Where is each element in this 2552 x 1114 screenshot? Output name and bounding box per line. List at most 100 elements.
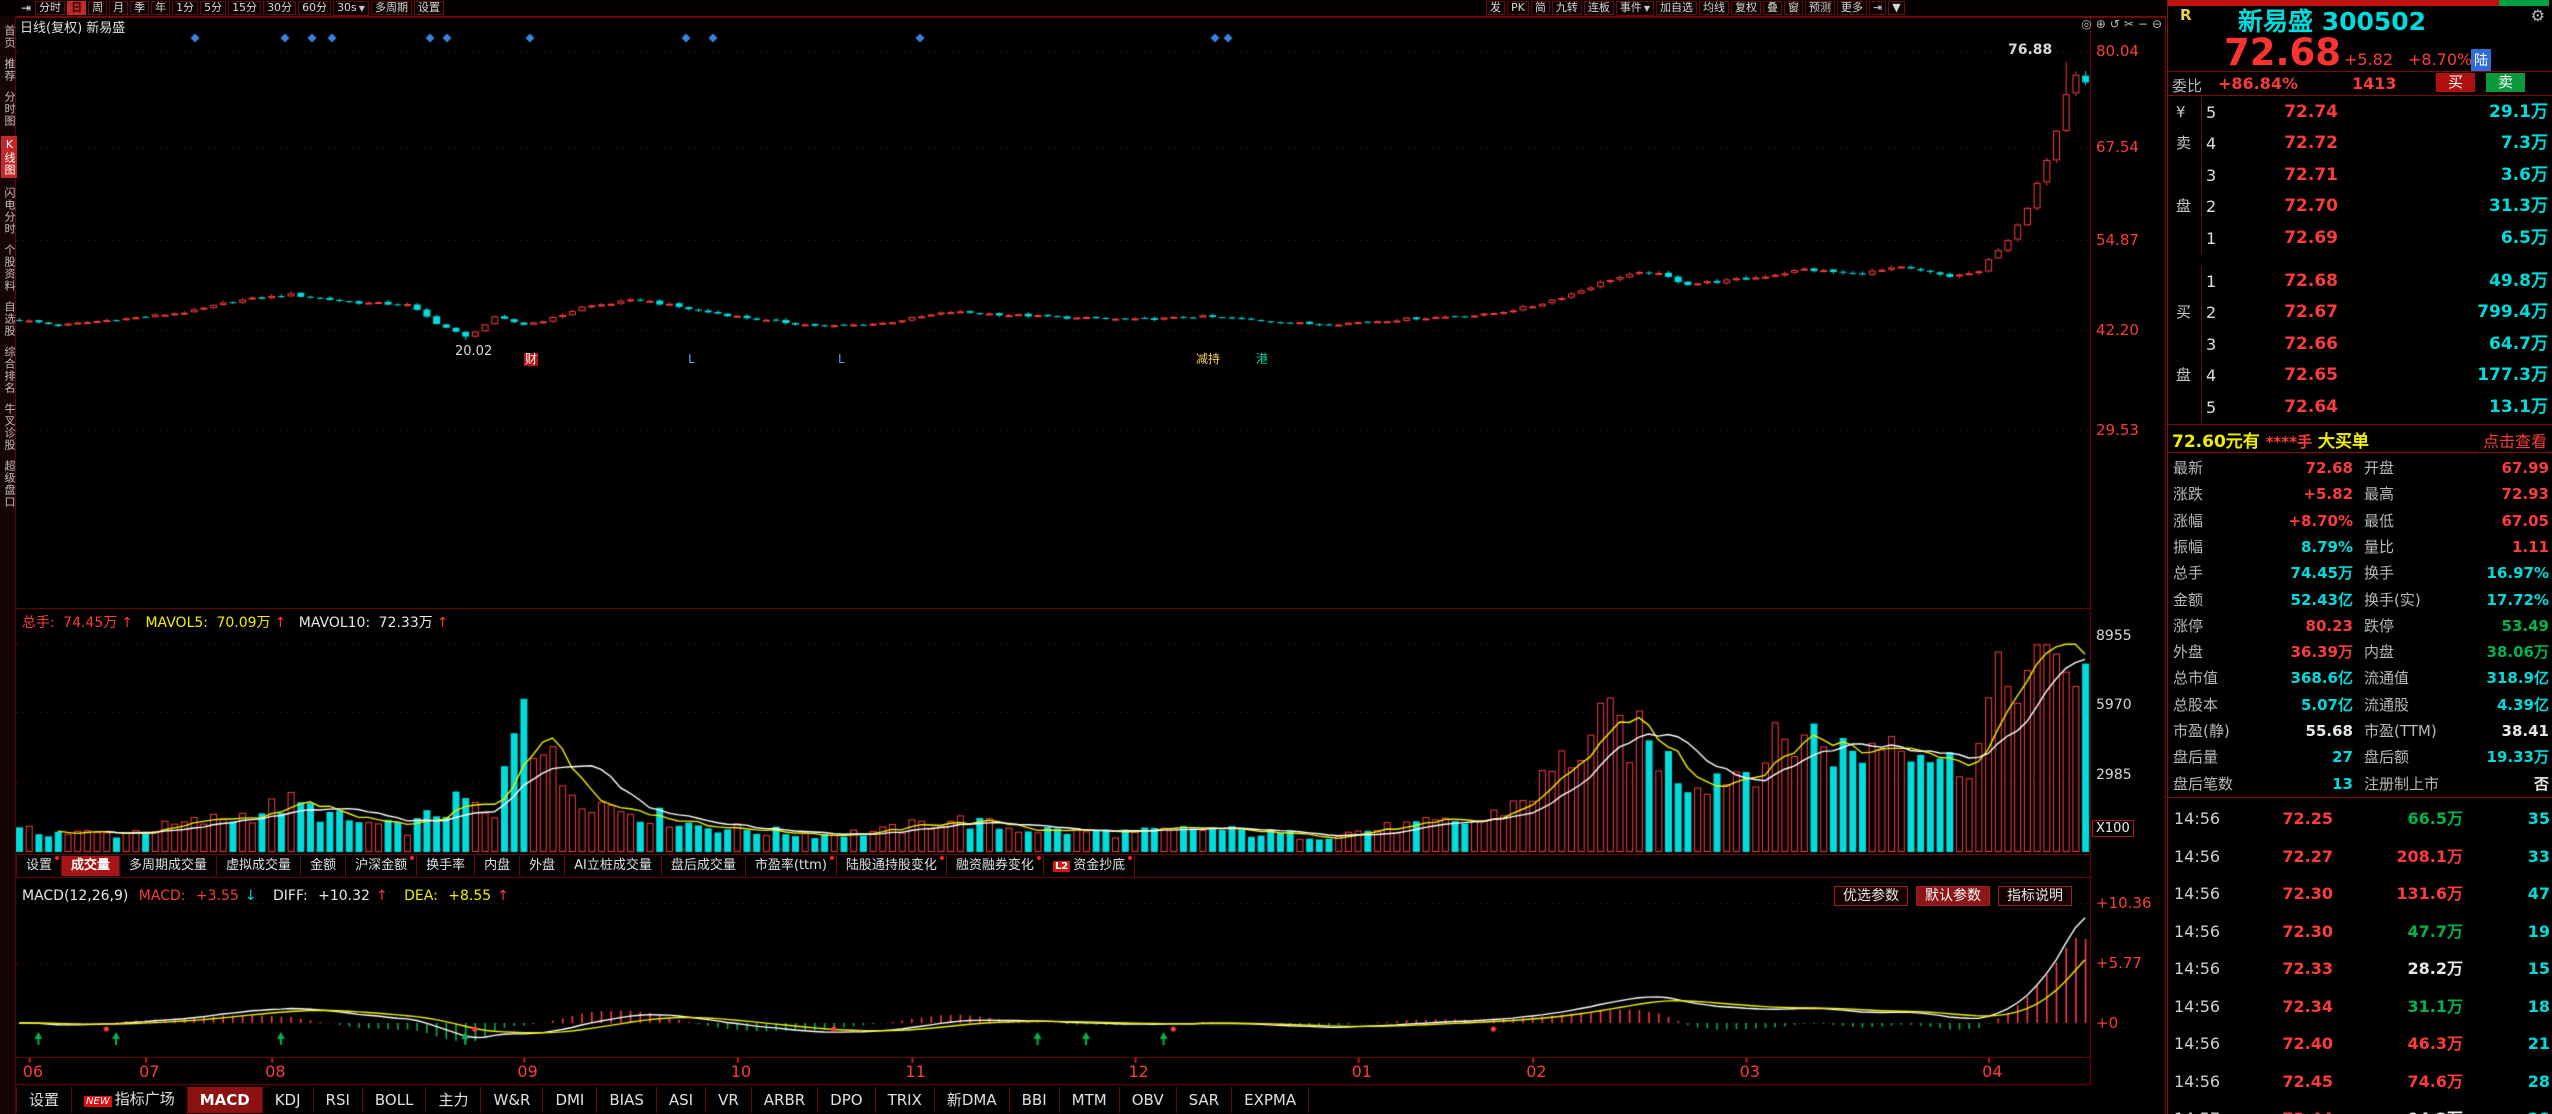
period-button-30分[interactable]: 30分 <box>263 1 296 15</box>
bottom-tab-KDJ[interactable]: KDJ <box>263 1087 314 1113</box>
indicator-tab-成交量[interactable]: 成交量 <box>62 856 120 876</box>
tool-button-▼[interactable]: ▼ <box>1888 1 1904 15</box>
event-marker-财[interactable]: 财 <box>524 353 538 366</box>
indicator-tab-换手率[interactable]: 换手率 <box>417 856 475 876</box>
sidebar-item-推荐[interactable]: 推荐 <box>1 58 17 82</box>
indicator-tab-市盈率(ttm)[interactable]: 市盈率(ttm) <box>746 856 837 876</box>
bottom-tab-BIAS[interactable]: BIAS <box>597 1087 657 1113</box>
view-icon[interactable]: ◎ <box>2081 17 2091 31</box>
tool-button-⇥[interactable]: ⇥ <box>1869 1 1886 15</box>
tool-button-PK[interactable]: PK <box>1507 1 1529 15</box>
indicator-tab-虚拟成交量[interactable]: 虚拟成交量 <box>217 856 301 876</box>
period-button-5分[interactable]: 5分 <box>200 1 226 15</box>
indicator-tab-盘后成交量[interactable]: 盘后成交量 <box>662 856 746 876</box>
tool-button-复权[interactable]: 复权 <box>1731 1 1761 15</box>
undo-icon[interactable]: ↺ <box>2110 17 2120 31</box>
tool-button-叠[interactable]: 叠 <box>1763 1 1782 15</box>
book-price[interactable]: 72.68 <box>2258 266 2338 297</box>
indicator-tab-外盘[interactable]: 外盘 <box>520 856 565 876</box>
indicator-tab-资金抄底[interactable]: L2资金抄底 <box>1044 856 1135 877</box>
tool-button-事件[interactable]: 事件▼ <box>1616 1 1654 16</box>
view-detail-link[interactable]: 点击查看 <box>2483 428 2547 452</box>
period-button-设置[interactable]: 设置 <box>414 1 444 15</box>
period-button-季[interactable]: 季 <box>130 1 149 15</box>
gear-icon[interactable]: ⚙ <box>2531 6 2545 25</box>
book-price[interactable]: 72.67 <box>2258 297 2338 328</box>
bottom-tab-BOLL[interactable]: BOLL <box>363 1087 427 1113</box>
bottom-tab-VR[interactable]: VR <box>706 1087 752 1113</box>
event-marker-L[interactable]: L <box>838 353 845 366</box>
param-button-默认参数[interactable]: 默认参数 <box>1916 886 1990 906</box>
sidebar-item-综合排名[interactable]: 综合排名 <box>1 346 17 394</box>
bottom-tab-MTM[interactable]: MTM <box>1060 1087 1120 1113</box>
bottom-tab-TRIX[interactable]: TRIX <box>876 1087 935 1113</box>
event-marker-港[interactable]: 港 <box>1256 353 1268 366</box>
tool-button-预测[interactable]: 预测 <box>1805 1 1835 15</box>
event-marker-减持[interactable]: 减持 <box>1196 353 1220 366</box>
bottom-tab-DPO[interactable]: DPO <box>818 1087 875 1113</box>
event-marker-L[interactable]: L <box>688 353 695 366</box>
kline-chart-canvas[interactable] <box>0 0 2166 1114</box>
tool-button-窗[interactable]: 窗 <box>1784 1 1803 15</box>
book-price[interactable]: 72.64 <box>2258 392 2338 423</box>
tool-button-发[interactable]: 发 <box>1486 1 1505 15</box>
book-price[interactable]: 72.71 <box>2258 160 2338 191</box>
bottom-tab-主力[interactable]: 主力 <box>426 1087 481 1113</box>
bottom-tab-设置[interactable]: 设置 <box>16 1087 72 1113</box>
book-price[interactable]: 72.65 <box>2258 360 2338 391</box>
sidebar-item-首页[interactable]: 首页 <box>1 25 17 49</box>
sidebar-item-超级盘口[interactable]: 超级盘口 <box>1 460 17 508</box>
sidebar-item-牛叉诊股[interactable]: 牛叉诊股 <box>1 403 17 451</box>
period-button-1分[interactable]: 1分 <box>172 1 198 15</box>
add-icon[interactable]: ⊕ <box>2096 17 2106 31</box>
sell-button[interactable]: 卖 <box>2486 73 2525 92</box>
book-price[interactable]: 72.72 <box>2258 128 2338 159</box>
period-button-60分[interactable]: 60分 <box>298 1 331 15</box>
sidebar-item-个股资料[interactable]: 个股资料 <box>1 244 17 292</box>
bottom-tab-RSI[interactable]: RSI <box>314 1087 363 1113</box>
tool-button-连板[interactable]: 连板 <box>1584 1 1614 15</box>
indicator-tab-融资融券变化[interactable]: 融资融券变化 <box>947 856 1044 876</box>
tool-button-更多[interactable]: 更多 <box>1837 1 1867 15</box>
tool-button-加自选[interactable]: 加自选 <box>1656 1 1697 15</box>
sidebar-item-自选股[interactable]: 自选股 <box>1 301 17 337</box>
param-button-指标说明[interactable]: 指标说明 <box>1998 886 2072 906</box>
book-price[interactable]: 72.70 <box>2258 191 2338 222</box>
indicator-tab-陆股通持股变化[interactable]: 陆股通持股变化 <box>837 856 947 876</box>
period-button-日[interactable]: 日 <box>67 1 86 15</box>
period-button-年[interactable]: 年 <box>151 1 170 15</box>
period-button-多周期[interactable]: 多周期 <box>371 1 412 15</box>
bottom-tab-W&R[interactable]: W&R <box>481 1087 543 1113</box>
bottom-tab-ASI[interactable]: ASI <box>657 1087 706 1113</box>
period-button-15分[interactable]: 15分 <box>228 1 261 15</box>
jump-icon[interactable]: ⇥ <box>21 1 31 15</box>
tool-button-均线[interactable]: 均线 <box>1699 1 1729 15</box>
bottom-tab-DMI[interactable]: DMI <box>543 1087 597 1113</box>
param-button-优选参数[interactable]: 优选参数 <box>1834 886 1908 906</box>
minus-icon[interactable]: − <box>2138 17 2148 31</box>
collapse-icon[interactable]: ⊖ <box>2152 17 2162 31</box>
book-price[interactable]: 72.66 <box>2258 329 2338 360</box>
sidebar-item-闪电分时[interactable]: 闪电分时 <box>1 187 17 235</box>
bottom-tab-BBI[interactable]: BBI <box>1010 1087 1060 1113</box>
bottom-tab-ARBR[interactable]: ARBR <box>752 1087 818 1113</box>
period-button-分时[interactable]: 分时 <box>35 1 65 15</box>
scissors-icon[interactable]: ✂ <box>2124 17 2134 31</box>
period-button-周[interactable]: 周 <box>88 1 107 15</box>
bottom-tab-SAR[interactable]: SAR <box>1177 1087 1232 1113</box>
period-button-月[interactable]: 月 <box>109 1 128 15</box>
indicator-tab-沪深金额[interactable]: 沪深金额 <box>346 856 417 876</box>
book-price[interactable]: 72.74 <box>2258 97 2338 128</box>
buy-button[interactable]: 买 <box>2436 73 2475 92</box>
sidebar-item-分时图[interactable]: 分时图 <box>1 91 17 127</box>
bottom-tab-MACD[interactable]: MACD <box>188 1087 263 1113</box>
bottom-tab-指标广场[interactable]: NEW指标广场 <box>72 1086 188 1114</box>
indicator-tab-金额[interactable]: 金额 <box>301 856 346 876</box>
sidebar-item-K线图[interactable]: K线图 <box>1 136 17 178</box>
period-button-30s[interactable]: 30s▼ <box>333 1 369 16</box>
indicator-tab-内盘[interactable]: 内盘 <box>475 856 520 876</box>
tool-button-简[interactable]: 简 <box>1531 1 1550 15</box>
book-price[interactable]: 72.69 <box>2258 223 2338 254</box>
indicator-tab-AI立桩成交量[interactable]: AI立桩成交量 <box>565 856 662 876</box>
tool-button-九转[interactable]: 九转 <box>1552 1 1582 15</box>
